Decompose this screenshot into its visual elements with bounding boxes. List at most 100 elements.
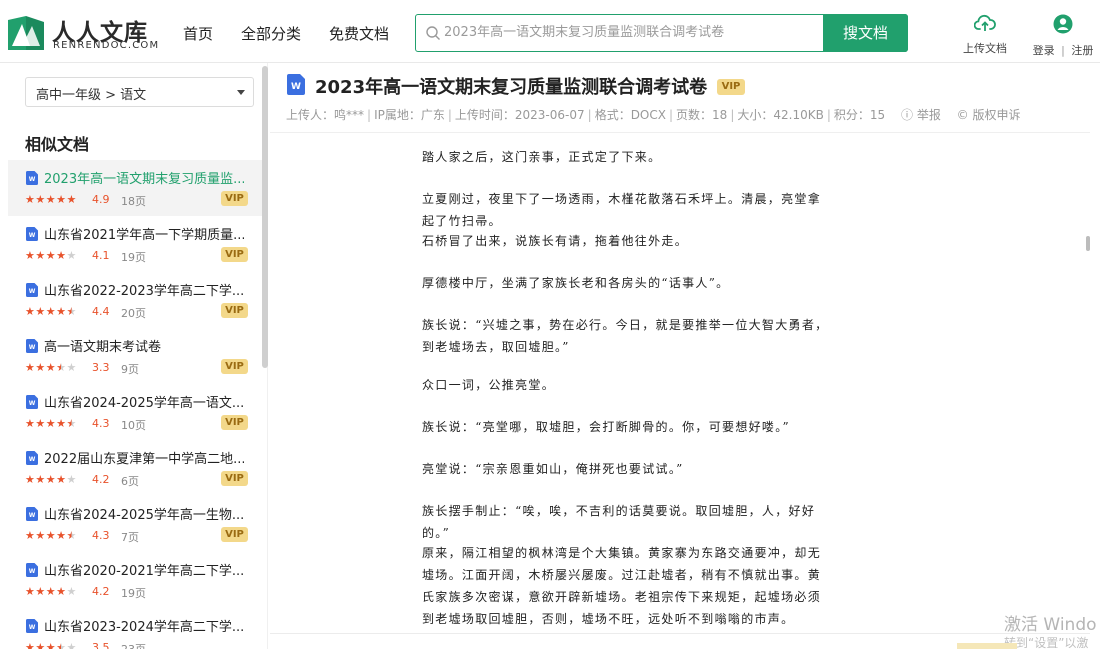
meta-ip: IP属地：广东 (374, 108, 445, 122)
nav-free-docs[interactable]: 免费文档 (329, 23, 389, 44)
word-doc-icon: W (26, 563, 38, 577)
report-link[interactable]: ⓘ 举报 (901, 108, 941, 122)
sidebar-scrollbar[interactable] (262, 66, 268, 368)
search-button[interactable]: 搜文档 (823, 13, 908, 52)
similar-doc-title: 2023年高一语文期末复习质量监... (44, 172, 244, 187)
copyright-link[interactable]: © 版权申诉 (957, 108, 1021, 122)
star-rating-icon: ★★★★★ (25, 193, 77, 206)
login-separator: | (1061, 44, 1065, 57)
search-box: 搜文档 (415, 13, 908, 52)
upload-label: 上传文档 (963, 42, 1007, 55)
star-rating-icon: ★★★★★ (25, 249, 77, 262)
rating-value: 4.1 (92, 249, 110, 262)
page-count: 23页 (121, 641, 146, 649)
meta-points: 积分：15 (833, 108, 886, 122)
similar-doc-item[interactable]: W 2022届山东夏津第一中学高二地... ★★★★★ 4.2 6页 VIP (8, 440, 267, 496)
similar-doc-item[interactable]: W 山东省2021学年高一下学期质量... ★★★★★ 4.1 19页 VIP (8, 216, 267, 272)
document-page: 踏人家之后，这门亲事，正式定了下来。 立夏刚过，夜里下了一场透雨，木槿花散落石禾… (270, 134, 1090, 640)
doc-paragraph: 石桥冒了出来，说族长有请，拖着他往外走。 (422, 234, 689, 248)
account-area: 登录 | 注册 (1030, 14, 1096, 58)
search-input[interactable] (444, 15, 824, 50)
rating-value: 3.3 (92, 361, 110, 374)
rating-value: 4.3 (92, 529, 110, 542)
similar-docs-list: W 2023年高一语文期末复习质量监... ★★★★★ 4.9 18页 VIP W 山东省20… (8, 160, 267, 649)
page-count: 6页 (121, 475, 139, 488)
word-doc-icon: W (26, 171, 38, 185)
meta-upload-time: 上传时间：2023-06-07 (454, 108, 585, 122)
similar-doc-item[interactable]: W 山东省2023-2024学年高二下学... ★★★★★ 3.5 23页 (8, 608, 267, 649)
corner-bar (957, 643, 1017, 649)
similar-doc-title: 山东省2021学年高一下学期质量... (44, 228, 244, 243)
cloud-upload-icon (973, 14, 996, 31)
vip-badge: VIP (221, 471, 248, 486)
doc-paragraph: 族长摆手制止：“唉，唉，不吉利的话莫要说。取回墟胆，人，好好的。” (422, 504, 816, 540)
meta-uploader: 上传人：鸣*** (286, 108, 365, 122)
svg-text:W: W (29, 232, 36, 239)
star-rating-icon: ★★★★★ (25, 361, 77, 374)
word-doc-icon: W (26, 451, 38, 465)
copyright-label: 版权申诉 (972, 108, 1021, 122)
similar-doc-item[interactable]: W 山东省2020-2021学年高二下学... ★★★★★ 4.2 19页 (8, 552, 267, 608)
page-count: 7页 (121, 531, 139, 544)
report-label: 举报 (916, 108, 941, 122)
star-rating-icon: ★★★★★ (25, 417, 77, 430)
page-count: 19页 (121, 251, 146, 264)
vip-badge: VIP (221, 359, 248, 374)
word-doc-icon: W (26, 339, 38, 353)
rating-value: 4.2 (92, 585, 110, 598)
similar-doc-item[interactable]: W 2023年高一语文期末复习质量监... ★★★★★ 4.9 18页 VIP (8, 160, 267, 216)
doc-paragraph: 亮堂说：“宗亲恩重如山，俺拼死也要试试。” (422, 462, 684, 476)
sidebar: 高中一年级 > 语文 相似文档 W 2023年高一语文期末复习质量监... ★★★★… (8, 63, 268, 649)
vip-badge: VIP (221, 527, 248, 542)
info-icon: ⓘ (900, 108, 917, 122)
page-count: 18页 (121, 195, 146, 208)
vip-badge: VIP (221, 191, 248, 206)
rating-value: 4.4 (92, 305, 110, 318)
similar-doc-title: 山东省2022-2023学年高二下学... (44, 284, 244, 299)
category-select[interactable]: 高中一年级 > 语文 (25, 77, 254, 107)
similar-doc-item[interactable]: W 山东省2024-2025学年高一语文... ★★★★★ 4.3 10页 VIP (8, 384, 267, 440)
rating-value: 4.9 (92, 193, 110, 206)
divider (270, 633, 1090, 634)
star-rating-icon: ★★★★★ (25, 641, 77, 649)
word-doc-icon: W (26, 507, 38, 521)
doc-paragraph: 族长说：“亮堂哪，取墟胆，会打断脚骨的。你，可要想好喽。” (422, 420, 790, 434)
svg-text:W: W (29, 400, 36, 407)
upload-button[interactable]: 上传文档 (960, 14, 1010, 56)
page-count: 9页 (121, 363, 139, 376)
document-scrollbar[interactable] (1086, 236, 1090, 251)
vip-badge: VIP (221, 303, 248, 318)
document-header: W 2023年高一语文期末复习质量监测联合调考试卷 VIP 上传人：鸣*** | I… (270, 63, 1090, 133)
svg-text:W: W (29, 568, 36, 575)
star-rating-icon: ★★★★★ (25, 529, 77, 542)
meta-pages: 页数：18 (676, 108, 728, 122)
star-rating-icon: ★★★★★ (25, 473, 77, 486)
document-viewer: W 2023年高一语文期末复习质量监测联合调考试卷 VIP 上传人：鸣*** | I… (270, 63, 1100, 649)
doc-paragraph: 踏人家之后，这门亲事，正式定了下来。 (422, 150, 662, 164)
app: 人人文库 RENRENDOC.COM 首页 全部分类 免费文档 搜文档 上传文档 (0, 0, 1100, 649)
logo[interactable]: 人人文库 RENRENDOC.COM (8, 12, 168, 54)
svg-text:W: W (29, 288, 36, 295)
word-doc-icon: W (26, 395, 38, 409)
similar-doc-title: 2022届山东夏津第一中学高二地... (44, 452, 244, 467)
caret-down-icon (237, 90, 245, 95)
vip-badge: VIP (221, 415, 248, 430)
similar-doc-title: 山东省2024-2025学年高一生物... (44, 508, 244, 523)
similar-doc-item[interactable]: W 山东省2022-2023学年高二下学... ★★★★★ 4.4 20页 VIP (8, 272, 267, 328)
nav-categories[interactable]: 全部分类 (241, 23, 301, 44)
word-doc-icon: W (26, 283, 38, 297)
meta-format: 格式：DOCX (594, 108, 666, 122)
logo-mark-icon (8, 16, 44, 50)
category-select-value: 高中一年级 > 语文 (36, 88, 147, 103)
login-link[interactable]: 登录 (1033, 44, 1055, 57)
nav-home[interactable]: 首页 (183, 23, 213, 44)
rating-value: 4.3 (92, 417, 110, 430)
logo-subtext: RENRENDOC.COM (53, 40, 160, 51)
similar-doc-item[interactable]: W 高一语文期末考试卷 ★★★★★ 3.3 9页 VIP (8, 328, 267, 384)
register-link[interactable]: 注册 (1071, 44, 1093, 57)
meta-size: 大小：42.10KB (737, 108, 824, 122)
svg-text:W: W (29, 456, 36, 463)
similar-doc-item[interactable]: W 山东省2024-2025学年高一生物... ★★★★★ 4.3 7页 VIP (8, 496, 267, 552)
svg-text:W: W (29, 512, 36, 519)
doc-paragraph: 厚德楼中厅，坐满了家族长老和各房头的“话事人”。 (422, 276, 730, 290)
